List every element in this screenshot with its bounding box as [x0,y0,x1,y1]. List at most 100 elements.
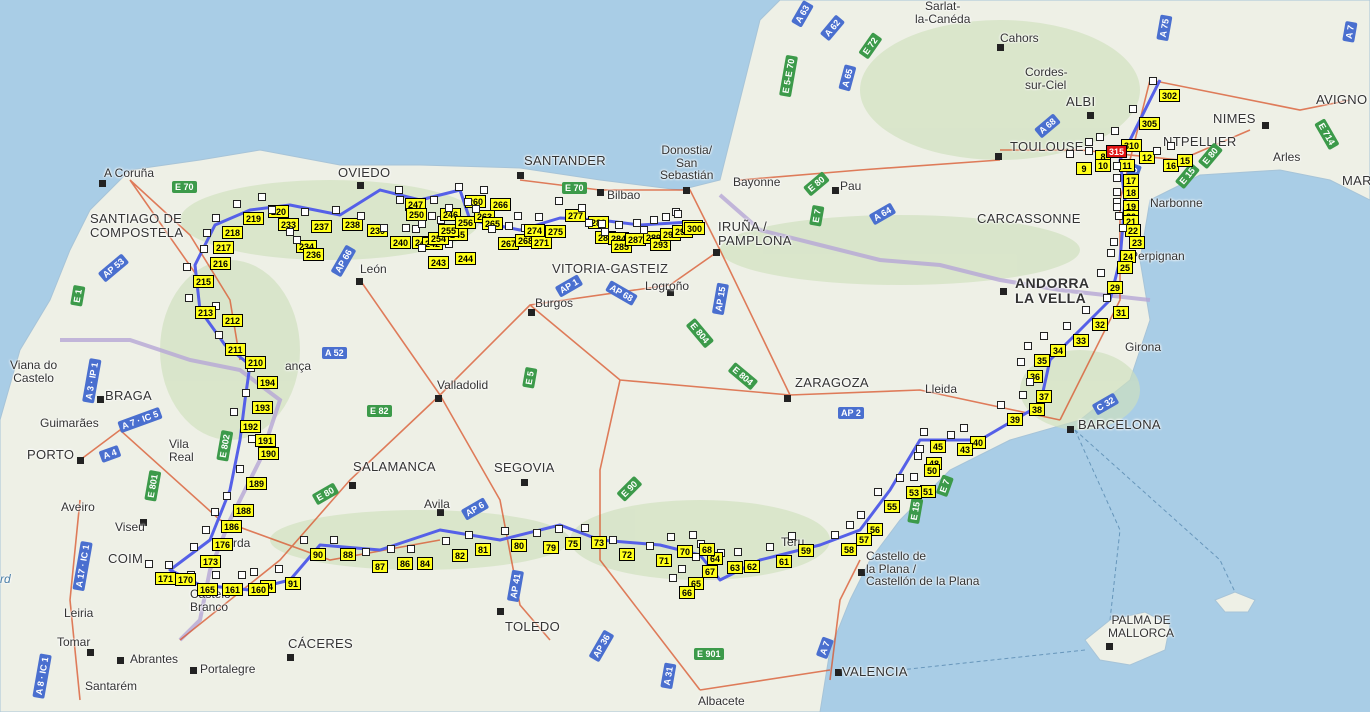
waypoint-marker[interactable]: 35 [1034,354,1051,367]
waypoint-marker[interactable]: 70 [677,545,694,558]
waypoint-marker[interactable]: 38 [1029,403,1046,416]
track-point [1113,188,1121,196]
waypoint-marker[interactable]: 53 [906,486,923,499]
waypoint-marker[interactable]: 80 [511,539,528,552]
waypoint-marker[interactable]: 210 [245,356,267,369]
waypoint-marker[interactable]: 37 [1036,390,1053,403]
track-point [250,568,258,576]
waypoint-marker[interactable]: 190 [258,447,280,460]
waypoint-marker[interactable]: 193 [252,401,274,414]
waypoint-marker[interactable]: 237 [311,220,333,233]
waypoint-marker[interactable]: 71 [656,554,673,567]
waypoint-marker[interactable]: 215 [193,275,215,288]
waypoint-marker[interactable]: 300 [684,222,706,235]
waypoint-marker[interactable]: 256 [455,216,477,229]
waypoint-marker[interactable]: 315 [1106,145,1128,158]
waypoint-marker[interactable]: 72 [619,548,636,561]
city-label-coimbra: COIM [108,551,144,566]
waypoint-marker[interactable]: 211 [225,343,246,356]
waypoint-marker[interactable]: 45 [930,440,947,453]
waypoint-marker[interactable]: 305 [1139,117,1161,130]
waypoint-marker[interactable]: 79 [543,541,560,554]
waypoint-marker[interactable]: 236 [303,248,325,261]
waypoint-marker[interactable]: 91 [285,577,302,590]
waypoint-marker[interactable]: 212 [222,314,244,327]
waypoint-marker[interactable]: 194 [257,376,279,389]
waypoint-marker[interactable]: 161 [222,583,244,596]
waypoint-marker[interactable]: 59 [798,544,815,557]
waypoint-marker[interactable]: 66 [679,586,696,599]
waypoint-marker[interactable]: 84 [417,557,434,570]
city-label-carcassonne: CARCASSONNE [977,211,1081,226]
waypoint-marker[interactable]: 87 [372,560,389,573]
waypoint-marker[interactable]: 189 [246,477,268,490]
waypoint-marker[interactable]: 275 [545,225,567,238]
waypoint-marker[interactable]: 34 [1050,344,1067,357]
waypoint-marker[interactable]: 32 [1092,318,1109,331]
waypoint-marker[interactable]: 31 [1113,306,1130,319]
waypoint-marker[interactable]: 33 [1073,334,1090,347]
waypoint-marker[interactable]: 170 [175,573,197,586]
waypoint-marker[interactable]: 240 [390,236,412,249]
track-point [1024,342,1032,350]
track-point [190,543,198,551]
city-dot [349,482,356,489]
waypoint-marker[interactable]: 25 [1117,261,1134,274]
waypoint-marker[interactable]: 75 [565,537,582,550]
waypoint-marker[interactable]: 86 [397,557,414,570]
track-point [1113,203,1121,211]
waypoint-marker[interactable]: 51 [920,485,937,498]
waypoint-marker[interactable]: 188 [233,504,255,517]
waypoint-marker[interactable]: 11 [1119,159,1135,172]
waypoint-marker[interactable]: 73 [591,536,608,549]
waypoint-marker[interactable]: 88 [340,548,357,561]
waypoint-marker[interactable]: 266 [490,198,512,211]
waypoint-marker[interactable]: 23 [1129,236,1146,249]
waypoint-marker[interactable]: 68 [699,543,716,556]
waypoint-marker[interactable]: 29 [1107,281,1124,294]
city-dot [497,608,504,615]
waypoint-marker[interactable]: 63 [727,561,744,574]
waypoint-marker[interactable]: 9 [1076,162,1092,175]
waypoint-marker[interactable]: 58 [841,543,858,556]
waypoint-marker[interactable]: 217 [213,241,235,254]
waypoint-marker[interactable]: 173 [200,555,222,568]
track-point [581,524,589,532]
waypoint-marker[interactable]: 216 [210,257,232,270]
waypoint-marker[interactable]: 218 [222,226,244,239]
waypoint-marker[interactable]: 243 [428,256,450,269]
track-point [505,222,513,230]
waypoint-marker[interactable]: 191 [255,434,277,447]
waypoint-marker[interactable]: 18 [1123,186,1140,199]
city-label-zaragoza: ZARAGOZA [795,375,869,390]
waypoint-marker[interactable]: 82 [452,549,469,562]
waypoint-marker[interactable]: 10 [1095,159,1112,172]
city-label-viana: Viana do Castelo [10,358,58,385]
waypoint-marker[interactable]: 274 [524,224,546,237]
waypoint-marker[interactable]: 90 [310,548,327,561]
track-point [555,525,563,533]
waypoint-marker[interactable]: 81 [475,543,492,556]
waypoint-marker[interactable]: 67 [702,565,719,578]
waypoint-marker[interactable]: 61 [776,555,793,568]
waypoint-marker[interactable]: 43 [957,443,974,456]
waypoint-marker[interactable]: 39 [1007,413,1024,426]
waypoint-marker[interactable]: 55 [884,500,901,513]
city-label-tomar: Tomar [57,635,91,649]
waypoint-marker[interactable]: 171 [155,572,177,585]
waypoint-marker[interactable]: 176 [212,538,234,551]
waypoint-marker[interactable]: 50 [924,464,941,477]
waypoint-marker[interactable]: 186 [221,520,243,533]
waypoint-marker[interactable]: 244 [455,252,477,265]
city-label-valencia: VALENCIA [842,664,908,679]
waypoint-marker[interactable]: 219 [243,212,265,225]
waypoint-marker[interactable]: 192 [240,420,262,433]
waypoint-marker[interactable]: 15 [1177,154,1194,167]
waypoint-marker[interactable]: 302 [1159,89,1181,102]
waypoint-marker[interactable]: 62 [744,560,761,573]
track-point [1149,77,1157,85]
waypoint-marker[interactable]: 57 [856,533,873,546]
waypoint-marker[interactable]: 165 [197,583,219,596]
waypoint-marker[interactable]: 160 [248,583,270,596]
waypoint-marker[interactable]: 213 [195,306,217,319]
